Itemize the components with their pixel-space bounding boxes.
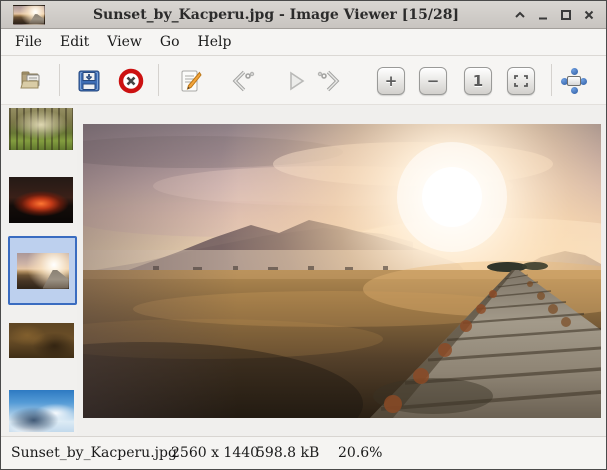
folder-open-icon (19, 68, 45, 94)
status-zoom-level: 20.6% (338, 437, 382, 469)
thumbnail-dirt[interactable] (9, 323, 74, 358)
thumbnail-sky-clouds[interactable] (9, 390, 74, 432)
previous-image-button[interactable] (228, 66, 258, 96)
edit-button[interactable] (176, 66, 206, 96)
titlebar[interactable]: Sunset_by_Kacperu.jpg - Image Viewer [15… (1, 1, 606, 29)
content-area (1, 105, 606, 436)
close-icon[interactable] (582, 8, 596, 22)
thumbnail-sunset-path[interactable] (17, 253, 69, 289)
save-icon (76, 68, 102, 94)
zoom-out-button[interactable]: − (418, 66, 448, 96)
zoom-in-icon: + (377, 67, 405, 95)
image-viewport (77, 105, 606, 436)
toolbar: + − 1 (1, 56, 606, 105)
toolbar-separator (551, 64, 552, 96)
edit-icon (178, 68, 204, 94)
open-button[interactable] (17, 66, 47, 96)
play-icon (283, 68, 309, 94)
normal-size-icon: 1 (464, 67, 492, 95)
thumbnail-forest[interactable] (9, 108, 73, 150)
save-button[interactable] (74, 66, 104, 96)
previous-icon (230, 68, 256, 94)
thumbnail-sidebar (1, 105, 77, 436)
fullscreen-button[interactable] (559, 66, 589, 96)
shade-icon[interactable] (513, 8, 527, 22)
image-viewer-window: Sunset_by_Kacperu.jpg - Image Viewer [15… (0, 0, 607, 470)
best-fit-button[interactable] (506, 66, 536, 96)
minimize-icon[interactable] (536, 8, 550, 22)
zoom-in-button[interactable]: + (376, 66, 406, 96)
menubar: File Edit View Go Help (1, 29, 606, 56)
thumbnail-dark-sunset[interactable] (9, 177, 73, 223)
thumbnail-selected-box[interactable] (8, 236, 77, 305)
best-fit-icon (507, 67, 535, 95)
close-image-button[interactable] (116, 66, 146, 96)
menu-view[interactable]: View (98, 31, 151, 53)
menu-file[interactable]: File (6, 31, 51, 53)
slideshow-button[interactable] (281, 66, 311, 96)
next-image-button[interactable] (314, 66, 344, 96)
toolbar-separator (59, 64, 60, 96)
status-dimensions: 2560 x 1440 (171, 437, 259, 469)
statusbar: Sunset_by_Kacperu.jpg 2560 x 1440 598.8 … (1, 436, 606, 469)
status-filename: Sunset_by_Kacperu.jpg (11, 437, 177, 469)
next-icon (316, 68, 342, 94)
window-thumbnail-icon (13, 5, 45, 25)
status-filesize: 598.8 kB (256, 437, 319, 469)
main-image (83, 124, 601, 418)
menu-help[interactable]: Help (189, 31, 241, 53)
window-controls (513, 8, 596, 22)
toolbar-separator (158, 64, 159, 96)
stop-icon (118, 68, 144, 94)
zoom-out-icon: − (419, 67, 447, 95)
fullscreen-icon (561, 68, 587, 94)
menu-go[interactable]: Go (151, 31, 189, 53)
maximize-icon[interactable] (559, 8, 573, 22)
window-title: Sunset_by_Kacperu.jpg - Image Viewer [15… (45, 7, 513, 23)
normal-size-button[interactable]: 1 (463, 66, 493, 96)
menu-edit[interactable]: Edit (51, 31, 98, 53)
